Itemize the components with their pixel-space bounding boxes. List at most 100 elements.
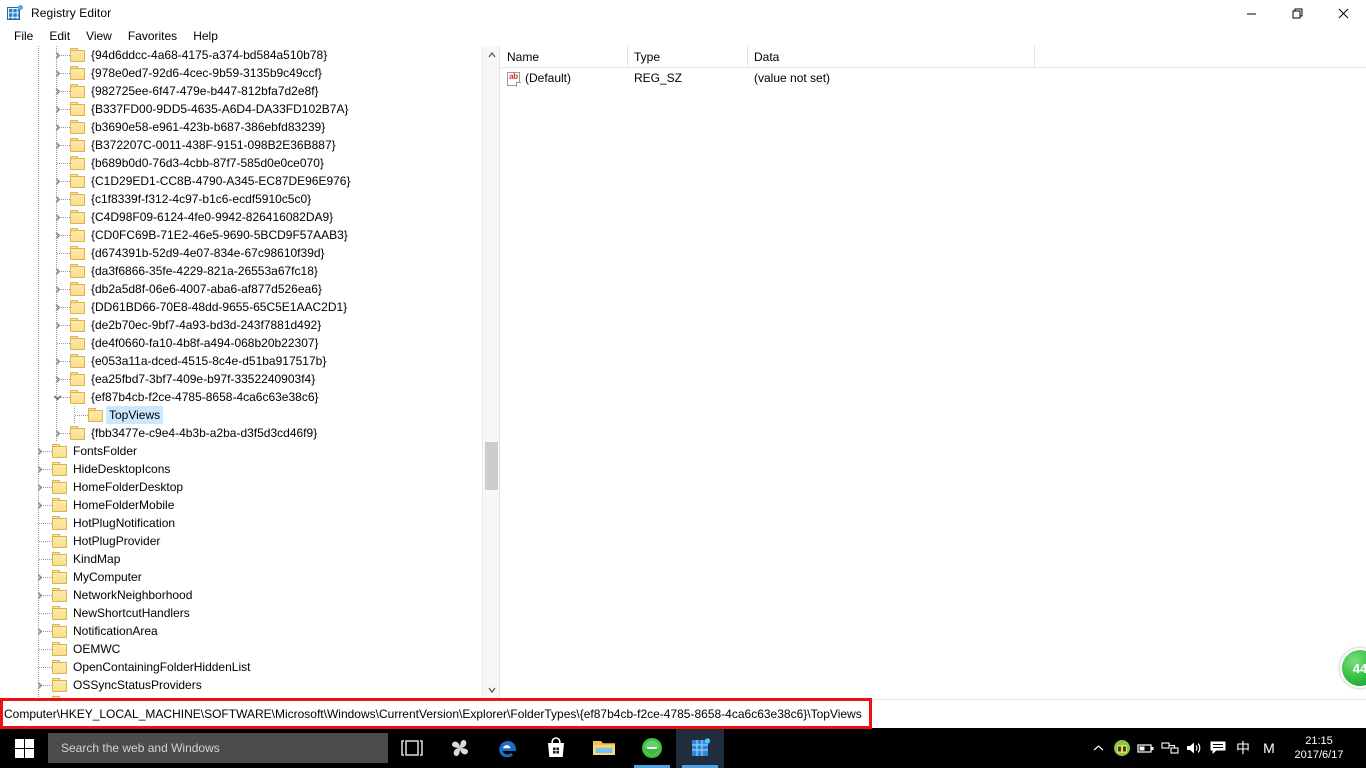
tree-item[interactable]: {ef87b4cb-f2ce-4785-8658-4ca6c63e38c6} <box>0 388 482 406</box>
tree-item[interactable]: {B372207C-0011-438F-9151-098B2E36B887} <box>0 136 482 154</box>
tree-item[interactable]: OSSyncStatusProviders <box>0 676 482 694</box>
ime-language-indicator[interactable]: 中 <box>1230 738 1256 758</box>
tree-item[interactable]: {de2b70ec-9bf7-4a93-bd3d-243f7881d492} <box>0 316 482 334</box>
chevron-right-icon[interactable] <box>50 190 64 208</box>
taskbar-app-edge[interactable] <box>484 728 532 768</box>
chevron-right-icon[interactable] <box>50 208 64 226</box>
tree-item[interactable]: MyComputer <box>0 568 482 586</box>
tree-item[interactable]: {DD61BD66-70E8-48dd-9655-65C5E1AAC2D1} <box>0 298 482 316</box>
tree-item[interactable]: HomeFolderDesktop <box>0 478 482 496</box>
tree-scrollbar[interactable] <box>482 46 499 698</box>
chevron-right-icon[interactable] <box>50 226 64 244</box>
chevron-right-icon[interactable] <box>32 460 46 478</box>
volume-icon[interactable] <box>1182 728 1206 768</box>
task-view-button[interactable] <box>388 728 436 768</box>
tree-item[interactable]: {db2a5d8f-06e6-4007-aba6-af877d526ea6} <box>0 280 482 298</box>
tree-item[interactable]: {de4f0660-fa10-4b8f-a494-068b20b22307} <box>0 334 482 352</box>
tree-item[interactable]: {e053a11a-dced-4515-8c4e-d51ba917517b} <box>0 352 482 370</box>
menu-help[interactable]: Help <box>185 27 226 45</box>
taskbar-app-file-explorer[interactable] <box>580 728 628 768</box>
action-center-icon[interactable] <box>1206 728 1230 768</box>
tree-item[interactable]: NewShortcutHandlers <box>0 604 482 622</box>
scroll-up-arrow[interactable] <box>483 46 499 63</box>
tree-item[interactable]: {982725ee-6f47-479e-b447-812bfa7d2e8f} <box>0 82 482 100</box>
tree-item[interactable]: {b689b0d0-76d3-4cbb-87f7-585d0e0ce070} <box>0 154 482 172</box>
taskbar-app-browser[interactable] <box>628 728 676 768</box>
table-row[interactable]: ab (Default) REG_SZ (value not set) <box>501 68 1366 89</box>
chevron-right-icon[interactable] <box>50 316 64 334</box>
menu-file[interactable]: File <box>6 27 41 45</box>
battery-icon[interactable] <box>1134 728 1158 768</box>
tree-item[interactable]: FontsFolder <box>0 442 482 460</box>
tree-item[interactable]: TopViews <box>0 406 482 424</box>
chevron-right-icon[interactable] <box>50 136 64 154</box>
tree-item[interactable]: {C4D98F09-6124-4fe0-9942-826416082DA9} <box>0 208 482 226</box>
tree-item[interactable]: {CD0FC69B-71E2-46e5-9690-5BCD9F57AAB3} <box>0 226 482 244</box>
tree-item[interactable]: NetworkNeighborhood <box>0 586 482 604</box>
ime-mode-indicator[interactable]: M <box>1256 740 1282 756</box>
close-button[interactable] <box>1320 0 1366 26</box>
tree-item[interactable]: {fbb3477e-c9e4-4b3b-a2ba-d3f5d3cd46f9} <box>0 424 482 442</box>
chevron-right-icon[interactable] <box>50 64 64 82</box>
menu-view[interactable]: View <box>78 27 120 45</box>
tree-item[interactable]: {ea25fbd7-3bf7-409e-b97f-3352240903f4} <box>0 370 482 388</box>
taskbar-app-pinwheel[interactable] <box>436 728 484 768</box>
start-button[interactable] <box>0 728 48 768</box>
values-list[interactable]: ab (Default) REG_SZ (value not set) <box>501 68 1366 89</box>
chevron-right-icon[interactable] <box>50 298 64 316</box>
chevron-right-icon[interactable] <box>50 118 64 136</box>
menu-favorites[interactable]: Favorites <box>120 27 185 45</box>
tree-item[interactable]: OEMWC <box>0 640 482 658</box>
network-icon[interactable] <box>1158 728 1182 768</box>
restore-button[interactable] <box>1274 0 1320 26</box>
chevron-right-icon[interactable] <box>32 622 46 640</box>
tree-scrollbar-thumb[interactable] <box>485 442 498 490</box>
chevron-right-icon[interactable] <box>50 370 64 388</box>
tree-item[interactable]: {c1f8339f-f312-4c97-b1c6-ecdf5910c5c0} <box>0 190 482 208</box>
taskbar-clock[interactable]: 21:15 2017/6/17 <box>1282 728 1356 768</box>
chevron-right-icon[interactable] <box>50 280 64 298</box>
column-header-name[interactable]: Name <box>501 46 628 68</box>
taskbar-search-input[interactable]: Search the web and Windows <box>48 733 388 763</box>
chevron-down-icon[interactable] <box>50 388 64 406</box>
tree-item[interactable]: NotificationArea <box>0 622 482 640</box>
tree-item[interactable]: {da3f6866-35fe-4229-821a-26553a67fc18} <box>0 262 482 280</box>
tree-item[interactable]: OpenContainingFolderHiddenList <box>0 658 482 676</box>
chevron-right-icon[interactable] <box>32 496 46 514</box>
chevron-right-icon[interactable] <box>50 100 64 118</box>
chevron-right-icon[interactable] <box>50 262 64 280</box>
chevron-right-icon[interactable] <box>50 424 64 442</box>
tree-item[interactable]: HomeFolderMobile <box>0 496 482 514</box>
tree-item[interactable]: PickerResources <box>0 694 482 698</box>
show-hidden-icons-chevron[interactable] <box>1086 728 1110 768</box>
tree-item[interactable]: HotPlugNotification <box>0 514 482 532</box>
tree-item[interactable]: {978e0ed7-92d6-4cec-9b59-3135b9c49ccf} <box>0 64 482 82</box>
chevron-right-icon[interactable] <box>32 676 46 694</box>
registry-tree[interactable]: {94d6ddcc-4a68-4175-a374-bd584a510b78} {9… <box>0 46 482 698</box>
tree-item[interactable]: HotPlugProvider <box>0 532 482 550</box>
security-shield-icon[interactable] <box>1110 728 1134 768</box>
tree-item[interactable]: HideDesktopIcons <box>0 460 482 478</box>
tree-item[interactable]: {d674391b-52d9-4e07-834e-67c98610f39d} <box>0 244 482 262</box>
tree-item[interactable]: {C1D29ED1-CC8B-4790-A345-EC87DE96E976} <box>0 172 482 190</box>
chevron-right-icon[interactable] <box>50 82 64 100</box>
taskbar-app-registry-editor[interactable] <box>676 728 724 768</box>
chevron-right-icon[interactable] <box>32 442 46 460</box>
column-header-data[interactable]: Data <box>748 46 1035 68</box>
menu-edit[interactable]: Edit <box>41 27 78 45</box>
chevron-right-icon[interactable] <box>32 478 46 496</box>
minimize-button[interactable] <box>1228 0 1274 26</box>
tree-item[interactable]: {B337FD00-9DD5-4635-A6D4-DA33FD102B7A} <box>0 100 482 118</box>
taskbar-app-store[interactable] <box>532 728 580 768</box>
tree-item[interactable]: KindMap <box>0 550 482 568</box>
column-header-type[interactable]: Type <box>628 46 748 68</box>
show-desktop-button[interactable] <box>1356 728 1366 768</box>
chevron-right-icon[interactable] <box>50 172 64 190</box>
chevron-right-icon[interactable] <box>50 46 64 64</box>
chevron-right-icon[interactable] <box>32 568 46 586</box>
scroll-down-arrow[interactable] <box>483 681 499 698</box>
tree-item[interactable]: {94d6ddcc-4a68-4175-a374-bd584a510b78} <box>0 46 482 64</box>
chevron-right-icon[interactable] <box>50 352 64 370</box>
tree-item[interactable]: {b3690e58-e961-423b-b687-386ebfd83239} <box>0 118 482 136</box>
chevron-right-icon[interactable] <box>32 586 46 604</box>
